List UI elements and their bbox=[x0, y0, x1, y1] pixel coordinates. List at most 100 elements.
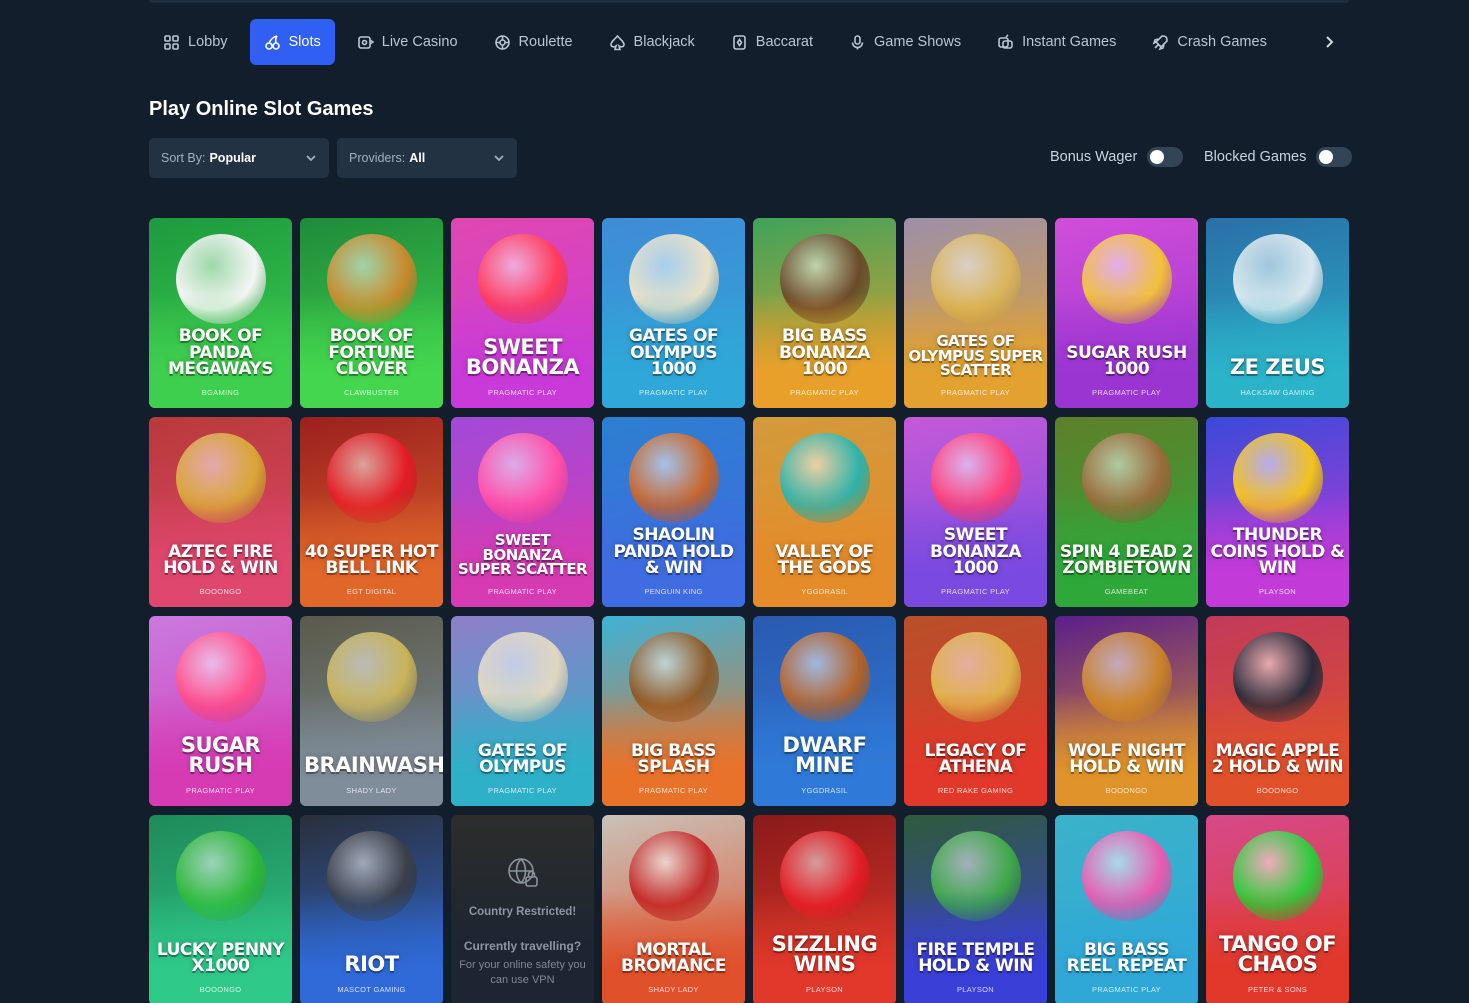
bonus-wager-label: Bonus Wager bbox=[1050, 149, 1138, 165]
game-title: Gates of Olympus 1000 bbox=[628, 326, 719, 380]
game-title: Big Bass Reel Repeat bbox=[1066, 939, 1187, 977]
game-card[interactable]: Dwarf Mine YGGDRASIL bbox=[753, 616, 896, 806]
nav-instant-games[interactable]: Instant Games bbox=[983, 19, 1130, 65]
game-title: Book of Panda Megaways bbox=[168, 326, 273, 380]
game-title: Sugar Rush 1000 bbox=[1066, 342, 1187, 380]
providers-select[interactable]: Providers: All bbox=[337, 138, 517, 178]
game-card[interactable]: Big Bass Bonanza 1000 PRAGMATIC PLAY bbox=[753, 218, 896, 408]
game-provider: BOOONGO bbox=[199, 985, 242, 994]
nav-slots[interactable]: Slots bbox=[249, 19, 335, 65]
chevron-down-icon bbox=[306, 155, 316, 162]
game-provider: PETER & SONS bbox=[1247, 985, 1308, 994]
providers-value: All bbox=[409, 151, 426, 165]
game-card[interactable]: Gates of Olympus 1000 PRAGMATIC PLAY bbox=[602, 218, 745, 408]
game-provider: PRAGMATIC PLAY bbox=[1092, 388, 1161, 397]
game-provider: PENGUIN KING bbox=[644, 587, 703, 596]
nav-label: Lobby bbox=[188, 34, 228, 50]
slots-page: Lobby Slots Live Casino Roulette Blackjack Ba… bbox=[0, 0, 1469, 1003]
nav-label: Baccarat bbox=[755, 34, 814, 50]
blocked-games-filter: Blocked Games bbox=[1204, 147, 1353, 167]
game-card[interactable]: Big Bass Splash PRAGMATIC PLAY bbox=[602, 616, 745, 806]
game-title: Valley of the Gods bbox=[775, 541, 874, 579]
game-card[interactable]: Sugar Rush 1000 PRAGMATIC PLAY bbox=[1055, 218, 1198, 408]
card-icon bbox=[732, 34, 746, 50]
game-card[interactable]: Sugar Rush PRAGMATIC PLAY bbox=[149, 616, 292, 806]
game-provider: PRAGMATIC PLAY bbox=[790, 388, 859, 397]
game-card[interactable]: Spin 4 Dead 2 Zombietown GAMEBEAT bbox=[1055, 417, 1198, 607]
providers-label: Providers: bbox=[349, 151, 406, 165]
toggle-knob bbox=[1150, 150, 1165, 164]
game-card[interactable]: Brainwashed SHADY LADY bbox=[300, 616, 443, 806]
nav-blackjack[interactable]: Blackjack bbox=[595, 19, 709, 65]
nav-live-casino[interactable]: Live Casino bbox=[343, 19, 472, 65]
game-title: Lucky Penny x1000 bbox=[156, 939, 285, 977]
game-provider: BGAMING bbox=[201, 388, 240, 397]
game-title: Legacy of Athena bbox=[924, 740, 1027, 778]
nav-baccarat[interactable]: Baccarat bbox=[717, 19, 827, 65]
game-provider: PRAGMATIC PLAY bbox=[941, 587, 1010, 596]
bonus-wager-filter: Bonus Wager bbox=[1050, 147, 1184, 167]
toggle-knob bbox=[1319, 150, 1334, 164]
game-card[interactable]: Gates of Olympus Super Scatter PRAGMATIC … bbox=[904, 218, 1047, 408]
game-card[interactable]: Aztec Fire Hold & Win BOOONGO bbox=[149, 417, 292, 607]
nav-label: Live Casino bbox=[381, 34, 458, 50]
game-card[interactable]: 40 Super Hot Bell Link EGT DIGITAL bbox=[300, 417, 443, 607]
game-provider: CLAWBUSTER bbox=[344, 388, 399, 397]
game-provider: PRAGMATIC PLAY bbox=[488, 786, 557, 795]
sort-value: Popular bbox=[209, 151, 257, 165]
game-title: Magic Apple 2 Hold & Win bbox=[1211, 740, 1344, 778]
restricted-title: Country Restricted! bbox=[468, 906, 577, 918]
game-card[interactable]: Sweet Bonanza 1000 PRAGMATIC PLAY bbox=[904, 417, 1047, 607]
game-card[interactable]: Ze Zeus HACKSAW GAMING bbox=[1206, 218, 1349, 408]
game-card[interactable]: Fire Temple Hold & Win PLAYSON bbox=[904, 815, 1047, 1003]
blocked-games-toggle[interactable] bbox=[1316, 147, 1353, 167]
game-card[interactable]: Valley of the Gods YGGDRASIL bbox=[753, 417, 896, 607]
game-title: Gates of Olympus Super Scatter bbox=[908, 331, 1043, 380]
nav-game-shows[interactable]: Game Shows bbox=[835, 19, 975, 65]
game-card[interactable]: Shaolin Panda Hold & Win PENGUIN KING bbox=[602, 417, 745, 607]
game-card[interactable]: Legacy of Athena RED RAKE GAMING bbox=[904, 616, 1047, 806]
game-card[interactable]: Gates of Olympus PRAGMATIC PLAY bbox=[451, 616, 594, 806]
nav-lobby[interactable]: Lobby bbox=[149, 19, 242, 65]
game-title: Sweet Bonanza bbox=[465, 334, 580, 380]
game-card[interactable]: Magic Apple 2 Hold & Win BOOONGO bbox=[1206, 616, 1349, 806]
game-provider: GAMEBEAT bbox=[1104, 587, 1149, 596]
nav-label: Instant Games bbox=[1022, 34, 1117, 50]
game-card[interactable]: Sweet Bonanza Super Scatter PRAGMATIC PLA… bbox=[451, 417, 594, 607]
game-title: Fire Temple Hold & Win bbox=[916, 939, 1035, 977]
game-card[interactable]: Book of Panda Megaways BGAMING bbox=[149, 218, 292, 408]
game-provider: PRAGMATIC PLAY bbox=[639, 388, 708, 397]
game-title: Aztec Fire Hold & Win bbox=[163, 541, 278, 579]
game-provider: RED RAKE GAMING bbox=[937, 786, 1014, 795]
game-card[interactable]: Tango of Chaos PETER & SONS bbox=[1206, 815, 1349, 1003]
sort-select[interactable]: Sort By: Popular bbox=[149, 138, 329, 178]
bonus-wager-toggle[interactable] bbox=[1147, 147, 1184, 167]
game-provider: BOOONGO bbox=[1256, 786, 1299, 795]
nav-label: Roulette bbox=[518, 34, 573, 50]
game-title: Mortal Bromance bbox=[621, 939, 726, 977]
microphone-icon bbox=[851, 34, 864, 49]
game-title: Gates of Olympus bbox=[477, 740, 568, 778]
nav-crash-games[interactable]: Crash Games bbox=[1138, 19, 1280, 65]
game-card[interactable]: Big Bass Reel Repeat PRAGMATIC PLAY bbox=[1055, 815, 1198, 1003]
game-card[interactable]: Lucky Penny x1000 BOOONGO bbox=[149, 815, 292, 1003]
nav-roulette[interactable]: Roulette bbox=[480, 19, 587, 65]
game-card[interactable]: Sweet Bonanza PRAGMATIC PLAY bbox=[451, 218, 594, 408]
nav-label: Crash Games bbox=[1177, 34, 1267, 50]
game-provider: PRAGMATIC PLAY bbox=[639, 786, 708, 795]
game-title: 40 Super Hot Bell Link bbox=[305, 541, 438, 579]
globe-lock-icon bbox=[505, 855, 541, 891]
game-card[interactable]: Mortal Bromance SHADY LADY bbox=[602, 815, 745, 1003]
game-provider: PLAYSON bbox=[957, 985, 994, 994]
game-card[interactable]: Book of Fortune Clover CLAWBUSTER bbox=[300, 218, 443, 408]
game-provider: PLAYSON bbox=[1259, 587, 1296, 596]
game-provider: PLAYSON bbox=[806, 985, 843, 994]
game-card[interactable]: Riot MASCOT GAMING bbox=[300, 815, 443, 1003]
nav-label: Blackjack bbox=[633, 34, 695, 50]
chevron-right-icon bbox=[1326, 36, 1334, 48]
game-card[interactable]: Thunder Coins Hold & Win PLAYSON bbox=[1206, 417, 1349, 607]
game-card[interactable]: Wolf Night Hold & Win BOOONGO bbox=[1055, 616, 1198, 806]
game-card[interactable]: Sizzling Wins PLAYSON bbox=[753, 815, 896, 1003]
nav-scroll-right-button[interactable] bbox=[1309, 19, 1349, 65]
restricted-game-card[interactable]: Country Restricted! Currently travelling?… bbox=[451, 815, 594, 1003]
